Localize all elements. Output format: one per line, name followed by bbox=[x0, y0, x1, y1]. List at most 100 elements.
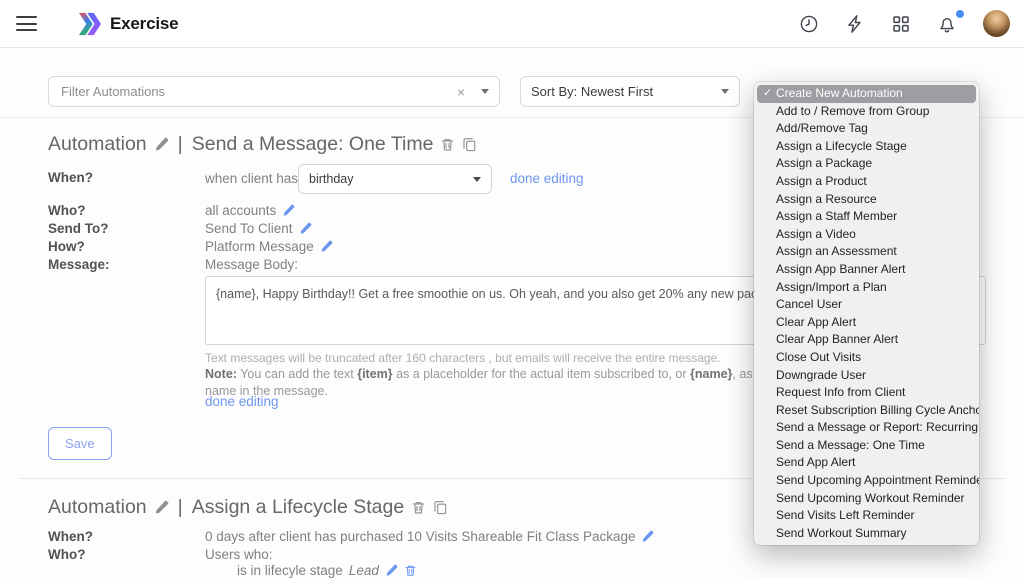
menu-item-label: Send Visits Left Reminder bbox=[776, 508, 915, 522]
menu-item-label: Send Upcoming Workout Reminder bbox=[776, 491, 965, 505]
menu-item[interactable]: Clear App Alert bbox=[754, 314, 979, 332]
duplicate-automation-copy-icon[interactable] bbox=[462, 137, 477, 152]
item-token: {item} bbox=[357, 367, 392, 381]
when-prefix: when client has bbox=[205, 171, 298, 186]
menu-icon[interactable] bbox=[16, 16, 37, 31]
menu-item[interactable]: Send Workout Summary bbox=[754, 525, 979, 543]
menu-item[interactable]: Assign a Staff Member bbox=[754, 208, 979, 226]
filter-automations-input[interactable]: × bbox=[48, 76, 500, 107]
menu-item[interactable]: Send App Alert bbox=[754, 454, 979, 472]
edit-title-pencil-icon[interactable] bbox=[154, 137, 169, 152]
menu-item-label: Assign a Lifecycle Stage bbox=[776, 139, 907, 153]
menu-item[interactable]: Send Upcoming Appointment Reminder bbox=[754, 472, 979, 490]
chevron-down-icon bbox=[481, 89, 489, 94]
title-separator: | bbox=[176, 496, 185, 519]
duplicate-automation-copy-icon[interactable] bbox=[433, 500, 448, 515]
menu-item[interactable]: ✓Create New Automation bbox=[757, 85, 976, 103]
clear-filter-icon[interactable]: × bbox=[453, 84, 469, 100]
sort-by-value: Sort By: Newest First bbox=[531, 84, 653, 99]
menu-item[interactable]: Send a Message: One Time bbox=[754, 437, 979, 455]
note-label: Note: bbox=[205, 367, 237, 381]
edit-send-to-pencil-icon[interactable] bbox=[299, 222, 312, 235]
menu-item[interactable]: Assign a Resource bbox=[754, 191, 979, 209]
sort-by-select[interactable]: Sort By: Newest First bbox=[520, 76, 740, 107]
menu-item-label: Assign a Video bbox=[776, 227, 856, 241]
user-avatar[interactable] bbox=[983, 10, 1010, 37]
when-value-2: 0 days after client has purchased 10 Vis… bbox=[205, 529, 635, 544]
menu-item-label: Add/Remove Tag bbox=[776, 121, 868, 135]
message-label: Message: bbox=[48, 257, 110, 272]
menu-item-label: Send Upcoming Appointment Reminder bbox=[776, 473, 979, 487]
message-body-label: Message Body: bbox=[205, 257, 298, 272]
menu-item-label: Send App Alert bbox=[776, 455, 855, 469]
menu-item-label: Add to / Remove from Group bbox=[776, 104, 929, 118]
automation2-title: Automation | Assign a Lifecycle Stage bbox=[48, 496, 448, 519]
title-prefix: Automation bbox=[48, 133, 147, 156]
send-to-value: Send To Client bbox=[205, 221, 293, 236]
edit-when-pencil-icon[interactable] bbox=[641, 530, 654, 543]
lifecycle-condition-row: is in lifecyle stage Lead bbox=[237, 563, 417, 578]
menu-item-label: Cancel User bbox=[776, 297, 842, 311]
menu-item[interactable]: Assign a Product bbox=[754, 173, 979, 191]
done-editing-link[interactable]: done editing bbox=[510, 171, 584, 186]
notifications-bell-icon[interactable] bbox=[937, 14, 957, 34]
menu-item[interactable]: Add/Remove Tag bbox=[754, 120, 979, 138]
filter-text-field[interactable] bbox=[59, 83, 453, 100]
history-clock-icon[interactable] bbox=[799, 14, 819, 34]
who-label-2: Who? bbox=[48, 547, 85, 562]
menu-item[interactable]: Send Upcoming Workout Reminder bbox=[754, 490, 979, 508]
automation2-name: Assign a Lifecycle Stage bbox=[192, 496, 404, 519]
menu-item-label: Request Info from Client bbox=[776, 385, 905, 399]
done-editing-link-2[interactable]: done editing bbox=[205, 394, 279, 409]
menu-item[interactable]: Assign a Package bbox=[754, 155, 979, 173]
menu-item[interactable]: Assign a Video bbox=[754, 226, 979, 244]
top-bar: Exercise bbox=[0, 0, 1024, 48]
menu-item[interactable]: Downgrade User bbox=[754, 367, 979, 385]
menu-item[interactable]: Assign/Import a Plan bbox=[754, 279, 979, 297]
action-menu: ✓Create New AutomationAdd to / Remove fr… bbox=[754, 82, 979, 545]
send-to-label: Send To? bbox=[48, 221, 109, 236]
menu-item-label: Assign a Product bbox=[776, 174, 867, 188]
truncation-helper-text: Text messages will be truncated after 16… bbox=[205, 351, 721, 365]
menu-item[interactable]: Assign App Banner Alert bbox=[754, 261, 979, 279]
menu-item-label: Assign a Staff Member bbox=[776, 209, 897, 223]
condition-value: Lead bbox=[349, 563, 379, 578]
edit-title-pencil-icon[interactable] bbox=[154, 500, 169, 515]
menu-item[interactable]: Request Info from Client bbox=[754, 384, 979, 402]
apps-grid-icon[interactable] bbox=[891, 14, 911, 34]
chevron-down-icon bbox=[473, 177, 481, 182]
menu-item-label: Assign an Assessment bbox=[776, 244, 897, 258]
menu-item[interactable]: Assign a Lifecycle Stage bbox=[754, 138, 979, 156]
edit-who-pencil-icon[interactable] bbox=[282, 204, 295, 217]
menu-item[interactable]: Close Out Visits bbox=[754, 349, 979, 367]
menu-item[interactable]: Reset Subscription Billing Cycle Anchor bbox=[754, 402, 979, 420]
menu-item[interactable]: Clear App Banner Alert bbox=[754, 331, 979, 349]
menu-item-label: Assign a Resource bbox=[776, 192, 877, 206]
edit-condition-pencil-icon[interactable] bbox=[385, 564, 398, 577]
delete-automation-trash-icon[interactable] bbox=[411, 500, 426, 515]
menu-item[interactable]: Add to / Remove from Group bbox=[754, 103, 979, 121]
automation1-title: Automation | Send a Message: One Time bbox=[48, 133, 477, 156]
menu-item-label: Reset Subscription Billing Cycle Anchor bbox=[776, 403, 979, 417]
delete-condition-trash-icon[interactable] bbox=[404, 564, 417, 577]
menu-item[interactable]: Send Visits Left Reminder bbox=[754, 507, 979, 525]
brand-logo[interactable]: Exercise bbox=[78, 12, 178, 36]
name-token: {name} bbox=[690, 367, 732, 381]
quick-actions-bolt-icon[interactable] bbox=[845, 14, 865, 34]
title-separator: | bbox=[176, 133, 185, 156]
brand-name: Exercise bbox=[110, 14, 178, 34]
trigger-value: birthday bbox=[309, 172, 353, 186]
menu-item-label: Downgrade User bbox=[776, 368, 866, 382]
menu-item-label: Create New Automation bbox=[776, 86, 903, 100]
note-text: You can add the text bbox=[237, 367, 357, 381]
exercise-logo-icon bbox=[78, 12, 102, 36]
trigger-select[interactable]: birthday bbox=[298, 164, 492, 194]
menu-item-label: Send Workout Summary bbox=[776, 526, 907, 540]
edit-how-pencil-icon[interactable] bbox=[320, 240, 333, 253]
menu-item[interactable]: Cancel User bbox=[754, 296, 979, 314]
menu-item[interactable]: Send a Message or Report: Recurring bbox=[754, 419, 979, 437]
menu-item[interactable]: Assign an Assessment bbox=[754, 243, 979, 261]
who-value: all accounts bbox=[205, 203, 276, 218]
save-button[interactable]: Save bbox=[48, 427, 112, 460]
delete-automation-trash-icon[interactable] bbox=[440, 137, 455, 152]
